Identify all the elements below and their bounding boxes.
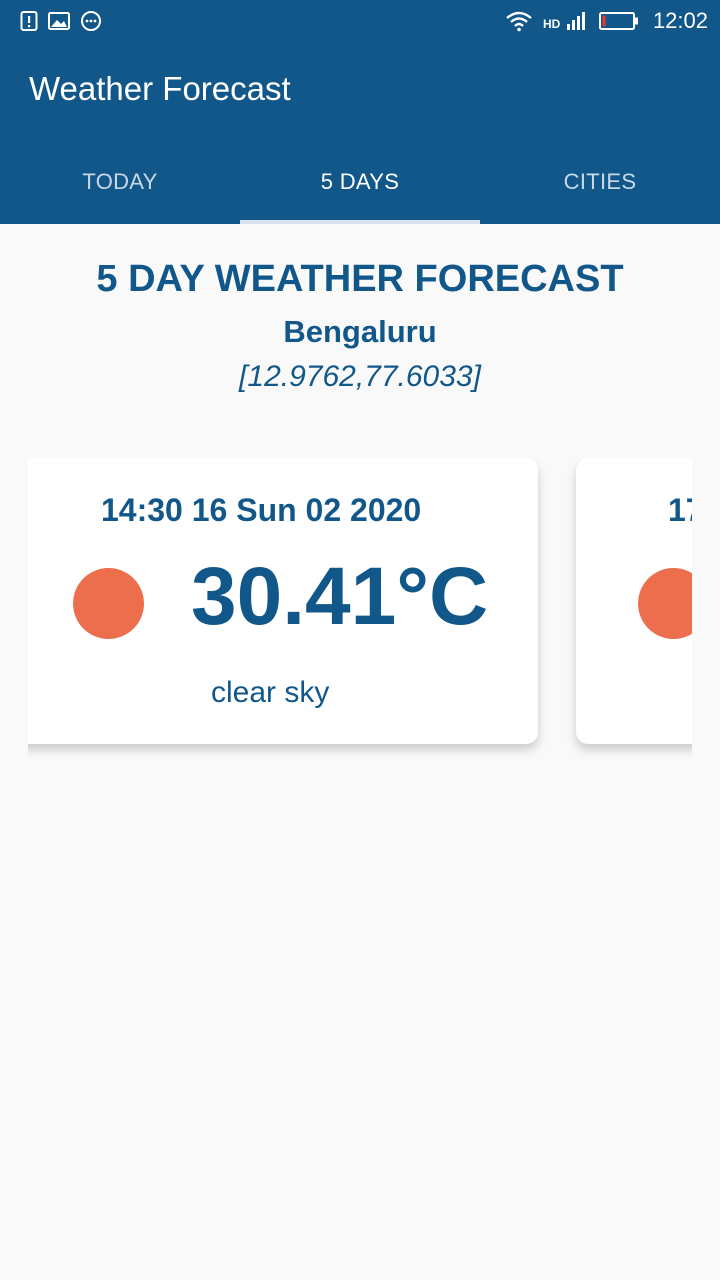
sun-icon [638, 568, 692, 639]
image-icon [48, 11, 70, 31]
tab-today[interactable]: TODAY [0, 140, 240, 224]
tab-bar: TODAY 5 DAYS CITIES [0, 140, 720, 224]
app-title: Weather Forecast [29, 70, 291, 107]
hd-signal-icon: HD [543, 10, 589, 32]
forecast-carousel[interactable]: 14:30 16 Sun 02 2020 30.41°C clear sky 1… [28, 458, 692, 768]
forecast-datetime: 14:30 16 Sun 02 2020 [101, 492, 422, 528]
alert-icon [20, 10, 38, 32]
app-bar: HD 12:02 Weather Forecast TODAY 5 DAYS C… [0, 0, 720, 224]
battery-icon [598, 11, 639, 31]
wifi-icon [505, 10, 533, 32]
forecast-temperature: 30.41°C [191, 551, 489, 642]
svg-text:HD: HD [543, 17, 561, 31]
status-right-icons: HD 12:02 [505, 8, 708, 34]
status-left-icons [20, 10, 102, 32]
sun-icon [73, 568, 144, 639]
status-time: 12:02 [652, 8, 708, 33]
city-name: Bengaluru [283, 314, 437, 349]
tab-5-days[interactable]: 5 DAYS [240, 140, 480, 224]
city-coordinates: [12.9762,77.6033] [239, 360, 481, 393]
forecast-datetime: 17 [668, 492, 692, 528]
forecast-description: clear sky [211, 676, 330, 709]
tab-cities[interactable]: CITIES [480, 140, 720, 224]
forecast-card[interactable]: 14:30 16 Sun 02 2020 30.41°C clear sky [28, 458, 538, 744]
status-bar: HD 12:02 [0, 0, 720, 42]
forecast-title: 5 DAY WEATHER FORECAST [96, 258, 624, 300]
message-icon [80, 10, 102, 32]
forecast-card[interactable]: 17 [576, 458, 692, 744]
